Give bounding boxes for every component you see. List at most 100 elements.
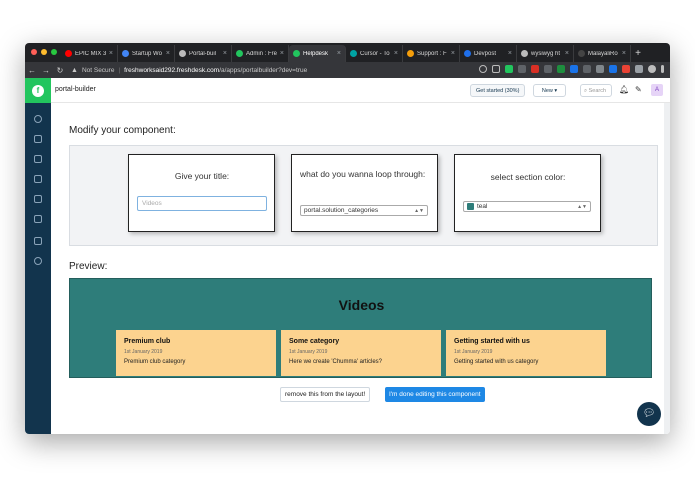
extension-icon[interactable] xyxy=(518,65,526,73)
minimize-window-button[interactable] xyxy=(41,49,47,55)
browser-tab[interactable]: EPIC MIX 30× xyxy=(61,45,118,62)
browser-tab[interactable]: MalayaliRo × xyxy=(574,45,631,62)
menu-icon[interactable] xyxy=(661,65,664,73)
reload-icon[interactable]: ↻ xyxy=(53,66,67,75)
loop-source-select[interactable]: portal.solution_categories ▲▼ xyxy=(300,205,428,216)
browser-tab[interactable]: Support : F × xyxy=(403,45,460,62)
close-tab-icon[interactable]: × xyxy=(166,50,170,57)
page-title: portal-builder xyxy=(55,86,96,93)
new-tab-button[interactable]: + xyxy=(631,45,645,62)
close-tab-icon[interactable]: × xyxy=(451,50,455,57)
url-host: freshworksaid292.freshdesk.com xyxy=(124,66,220,74)
extension-icon[interactable] xyxy=(570,65,578,73)
tab-favicon-icon xyxy=(407,50,414,57)
section-color-value: teal xyxy=(477,203,488,210)
tab-favicon-icon xyxy=(293,50,300,57)
avatar[interactable]: A xyxy=(651,84,663,96)
tab-label: wysiwyg ht xyxy=(531,50,561,57)
extension-icon[interactable] xyxy=(596,65,604,73)
browser-tab[interactable]: Portal-buil × xyxy=(175,45,232,62)
back-icon[interactable]: ← xyxy=(25,66,39,75)
scrollbar[interactable] xyxy=(664,103,670,434)
extension-icon[interactable] xyxy=(531,65,539,73)
preview-card: Premium club 1st January 2019 Premium cl… xyxy=(116,330,276,376)
contacts-icon[interactable] xyxy=(34,155,42,163)
url-field[interactable]: ▲ Not Secure | freshworksaid292.freshdes… xyxy=(71,64,491,76)
close-tab-icon[interactable]: × xyxy=(109,50,113,57)
extension-icon[interactable] xyxy=(635,65,643,73)
extension-icon[interactable] xyxy=(544,65,552,73)
maximize-window-button[interactable] xyxy=(51,49,57,55)
remove-component-button[interactable]: remove this from the layout! xyxy=(280,387,371,402)
analytics-icon[interactable] xyxy=(34,215,42,223)
address-bar: ← → ↻ ▲ Not Secure | freshworksaid292.fr… xyxy=(25,62,670,78)
close-window-button[interactable] xyxy=(31,49,37,55)
tab-favicon-icon xyxy=(122,50,129,57)
tickets-icon[interactable] xyxy=(34,135,42,143)
preview-card: Getting started with us 1st January 2019… xyxy=(446,330,606,376)
close-tab-icon[interactable]: × xyxy=(508,50,512,57)
color-swatch xyxy=(467,202,474,210)
browser-tab[interactable]: Admin : Fre × xyxy=(232,45,289,62)
done-editing-button[interactable]: I'm done editing this component xyxy=(385,387,485,402)
preview-card-description: Getting started with us category xyxy=(454,359,539,365)
forward-icon[interactable]: → xyxy=(39,66,53,75)
url-divider: | xyxy=(118,66,121,74)
app-header: f portal-builder Get started (30%) New ▾… xyxy=(25,78,670,103)
preview-card: Some category 1st January 2019 Here we c… xyxy=(281,330,441,376)
search-input[interactable]: ⌕ Search xyxy=(580,84,612,97)
close-tab-icon[interactable]: × xyxy=(394,50,398,57)
close-tab-icon[interactable]: × xyxy=(280,50,284,57)
extension-icon[interactable] xyxy=(583,65,591,73)
zoom-icon[interactable] xyxy=(479,65,487,73)
close-tab-icon[interactable]: × xyxy=(622,50,626,57)
preview-title: Videos xyxy=(338,297,385,313)
extension-icon[interactable] xyxy=(609,65,617,73)
edit-icon[interactable]: ✎ xyxy=(635,85,642,94)
tab-label: Portal-buil xyxy=(189,50,217,57)
title-input[interactable]: Videos xyxy=(137,196,267,211)
browser-tab-active[interactable]: Helpdesk × xyxy=(289,45,346,62)
preview-section: Videos Premium club 1st January 2019 Pre… xyxy=(69,278,652,378)
extension-icon[interactable] xyxy=(622,65,630,73)
chevron-down-icon: ▲▼ xyxy=(414,208,424,214)
url-path: /a/apps/portalbuilder?dev=true xyxy=(219,66,308,74)
extension-icon[interactable] xyxy=(557,65,565,73)
security-label: Not Secure xyxy=(81,66,115,74)
tab-label: Startup Wo xyxy=(132,50,162,57)
preview-card-date: 1st January 2019 xyxy=(124,349,163,355)
freshdesk-logo[interactable]: f xyxy=(25,78,51,103)
browser-tab[interactable]: Devpost × xyxy=(460,45,517,62)
loop-source-value: portal.solution_categories xyxy=(304,207,379,214)
extension-icon[interactable] xyxy=(505,65,513,73)
dashboard-icon[interactable] xyxy=(34,115,42,123)
notification-bell-icon[interactable]: 🔔︎ xyxy=(619,85,629,94)
browser-tab[interactable]: wysiwyg ht × xyxy=(517,45,574,62)
close-tab-icon[interactable]: × xyxy=(337,50,341,57)
section-color-select[interactable]: teal ▲▼ xyxy=(463,201,591,212)
settings-gear-icon[interactable] xyxy=(34,257,42,265)
window-controls xyxy=(31,49,57,55)
card-title: Give your title: xyxy=(174,171,230,181)
knowledge-base-icon[interactable] xyxy=(34,175,42,183)
bookmark-star-icon[interactable] xyxy=(492,65,500,73)
apps-icon[interactable] xyxy=(34,237,42,245)
main-content: Modify your component: Give your title: … xyxy=(51,103,670,434)
browser-window: EPIC MIX 30× Startup Wo × Portal-buil × Ad… xyxy=(25,43,670,434)
close-tab-icon[interactable]: × xyxy=(565,50,569,57)
tab-bar: EPIC MIX 30× Startup Wo × Portal-buil × Ad… xyxy=(25,43,670,62)
card-title: select section color: xyxy=(490,172,566,182)
browser-tab[interactable]: Startup Wo × xyxy=(118,45,175,62)
get-started-button[interactable]: Get started (30%) xyxy=(470,84,526,97)
tab-label: Devpost xyxy=(474,50,497,57)
chat-widget-icon[interactable]: 💬︎ xyxy=(637,402,661,426)
tab-favicon-icon xyxy=(521,50,528,57)
title-card: Give your title: Videos xyxy=(128,154,275,232)
close-tab-icon[interactable]: × xyxy=(223,50,227,57)
new-button[interactable]: New ▾ xyxy=(533,84,566,97)
profile-icon[interactable] xyxy=(648,65,656,73)
tab-favicon-icon xyxy=(65,50,72,57)
browser-tab[interactable]: Cursor - To × xyxy=(346,45,403,62)
chevron-down-icon: ▲▼ xyxy=(577,204,587,210)
reports-icon[interactable] xyxy=(34,195,42,203)
